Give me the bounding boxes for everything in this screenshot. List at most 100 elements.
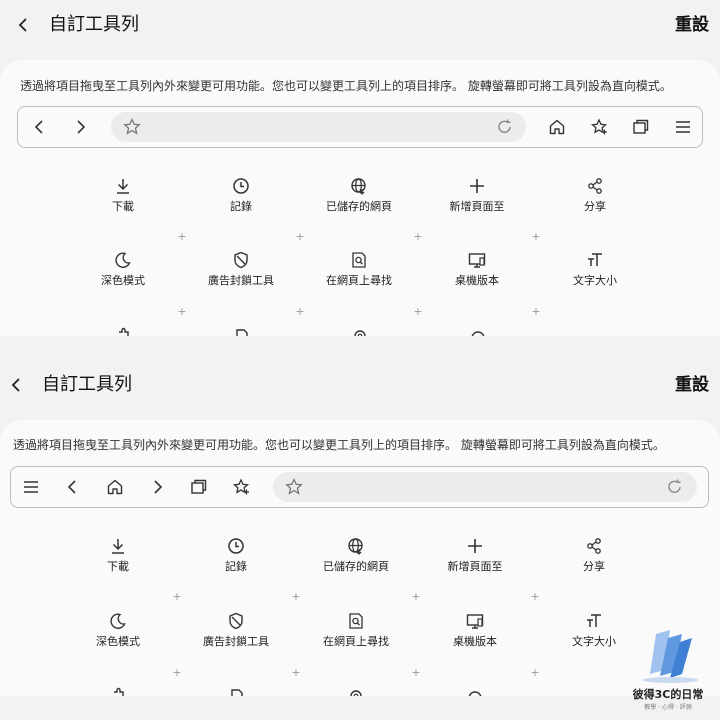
back-icon[interactable] (30, 117, 50, 137)
share-icon (585, 176, 605, 196)
app-bar: 自訂工具列 重設 (0, 360, 720, 410)
url-field[interactable] (273, 472, 697, 502)
watermark-logo-icon (642, 630, 698, 683)
find-in-page-icon (349, 250, 369, 270)
drop-slot-plus[interactable]: + (413, 231, 423, 242)
grid-item-dark-mode[interactable]: 深色模式 (63, 611, 173, 649)
watermark-text: 彼得3C的日常 (632, 688, 704, 701)
grid-item-label: 廣告封鎖工具 (203, 635, 269, 648)
drop-slot-plus[interactable]: + (411, 667, 421, 678)
drop-slot-plus[interactable]: + (295, 231, 305, 242)
drop-slot-plus[interactable]: + (177, 306, 187, 317)
back-button[interactable] (7, 373, 27, 397)
chevron-left-icon (18, 18, 27, 32)
star-icon[interactable] (284, 477, 304, 497)
grid-item-download[interactable]: 下載 (63, 536, 173, 574)
extension-icon[interactable] (111, 686, 127, 696)
drop-slot-plus[interactable]: + (411, 591, 421, 602)
text-size-icon (585, 250, 605, 270)
description-text: 透過將項目拖曳至工具列內外來變更可用功能。您也可以變更工具列上的項目排序。 旋轉… (20, 79, 672, 93)
home-icon[interactable] (105, 477, 125, 497)
moon-icon (113, 250, 133, 270)
drop-slot-plus[interactable]: + (530, 667, 540, 678)
grid-item-share[interactable]: 分享 (540, 176, 650, 214)
grid-item-label: 在網頁上尋找 (326, 274, 392, 287)
grid-item-find-in-page[interactable]: 在網頁上尋找 (304, 250, 414, 288)
grid-item-text-size[interactable]: 文字大小 (540, 250, 650, 288)
share-icon (584, 536, 604, 556)
tabs-icon[interactable] (189, 477, 209, 497)
reload-icon[interactable] (495, 117, 515, 137)
toolbar-preview (10, 466, 709, 508)
document-icon[interactable] (234, 326, 250, 336)
drop-slot-plus[interactable]: + (172, 667, 182, 678)
grid-item-history[interactable]: 記錄 (181, 536, 291, 574)
grid-item-label: 記錄 (225, 560, 247, 573)
grid-item-share[interactable]: 分享 (539, 536, 649, 574)
grid-item-history[interactable]: 記錄 (186, 176, 296, 214)
home-icon[interactable] (547, 117, 567, 137)
desktop-icon (465, 611, 485, 631)
bookmarks-icon[interactable] (589, 117, 609, 137)
reset-button[interactable]: 重設 (675, 13, 709, 37)
drop-slot-plus[interactable]: + (531, 306, 541, 317)
customize-toolbar-panel-landscape: 自訂工具列 重設 透過將項目拖曳至工具列內外來變更可用功能。您也可以變更工具列上… (0, 0, 720, 336)
reset-button[interactable]: 重設 (675, 373, 709, 397)
url-field[interactable] (111, 112, 526, 142)
grid-item-download[interactable]: 下載 (68, 176, 178, 214)
chat-icon[interactable] (467, 686, 483, 696)
settings-icon[interactable] (352, 326, 368, 336)
drop-slot-plus[interactable]: + (295, 306, 305, 317)
drop-slot-plus[interactable]: + (413, 306, 423, 317)
forward-icon[interactable] (147, 477, 167, 497)
moon-icon (108, 611, 128, 631)
grid-item-label: 在網頁上尋找 (323, 635, 389, 648)
screenshot-separator (0, 336, 720, 360)
shield-icon (226, 611, 246, 631)
reload-icon[interactable] (665, 477, 685, 497)
menu-icon[interactable] (21, 477, 41, 497)
drop-slot-plus[interactable]: + (177, 231, 187, 242)
grid-item-label: 分享 (584, 200, 606, 213)
menu-icon[interactable] (673, 117, 693, 137)
grid-item-desktop-version[interactable]: 桌機版本 (420, 611, 530, 649)
grid-item-ad-blocker[interactable]: 廣告封鎖工具 (186, 250, 296, 288)
settings-icon[interactable] (348, 686, 364, 696)
grid-item-find-in-page[interactable]: 在網頁上尋找 (301, 611, 411, 649)
grid-item-saved-pages[interactable]: 已儲存的網頁 (301, 536, 411, 574)
grid-item-dark-mode[interactable]: 深色模式 (68, 250, 178, 288)
drop-slot-plus[interactable]: + (172, 591, 182, 602)
download-icon (108, 536, 128, 556)
drop-slot-plus[interactable]: + (291, 667, 301, 678)
grid-item-desktop-version[interactable]: 桌機版本 (422, 250, 532, 288)
description-text: 透過將項目拖曳至工具列內外來變更可用功能。您也可以變更工具列上的項目排序。 旋轉… (13, 438, 665, 452)
clock-icon (231, 176, 251, 196)
star-icon[interactable] (122, 117, 142, 137)
document-icon[interactable] (229, 686, 245, 696)
watermark-subtext: 教學 · 心得 · 評測 (644, 704, 692, 711)
grid-item-label: 文字大小 (573, 274, 617, 287)
back-button[interactable] (14, 13, 34, 37)
forward-icon[interactable] (70, 117, 90, 137)
toolbar-preview (17, 106, 703, 148)
grid-item-add-page[interactable]: 新增頁面至 (420, 536, 530, 574)
page-title: 自訂工具列 (42, 374, 132, 395)
extension-icon[interactable] (116, 326, 132, 336)
chat-icon[interactable] (470, 326, 486, 336)
back-icon[interactable] (63, 477, 83, 497)
drop-slot-plus[interactable]: + (291, 591, 301, 602)
tabs-icon[interactable] (631, 117, 651, 137)
drop-slot-plus[interactable]: + (531, 231, 541, 242)
grid-item-label: 下載 (112, 200, 134, 213)
grid-item-ad-blocker[interactable]: 廣告封鎖工具 (181, 611, 291, 649)
drop-slot-plus[interactable]: + (530, 591, 540, 602)
grid-item-saved-pages[interactable]: 已儲存的網頁 (304, 176, 414, 214)
grid-item-label: 廣告封鎖工具 (208, 274, 274, 287)
grid-item-label: 桌機版本 (455, 274, 499, 287)
bookmarks-icon[interactable] (231, 477, 251, 497)
grid-item-add-page[interactable]: 新增頁面至 (422, 176, 532, 214)
page-title: 自訂工具列 (49, 14, 139, 35)
desktop-icon (467, 250, 487, 270)
watermark: 彼得3C的日常 教學 · 心得 · 評測 (626, 626, 710, 714)
clock-icon (226, 536, 246, 556)
